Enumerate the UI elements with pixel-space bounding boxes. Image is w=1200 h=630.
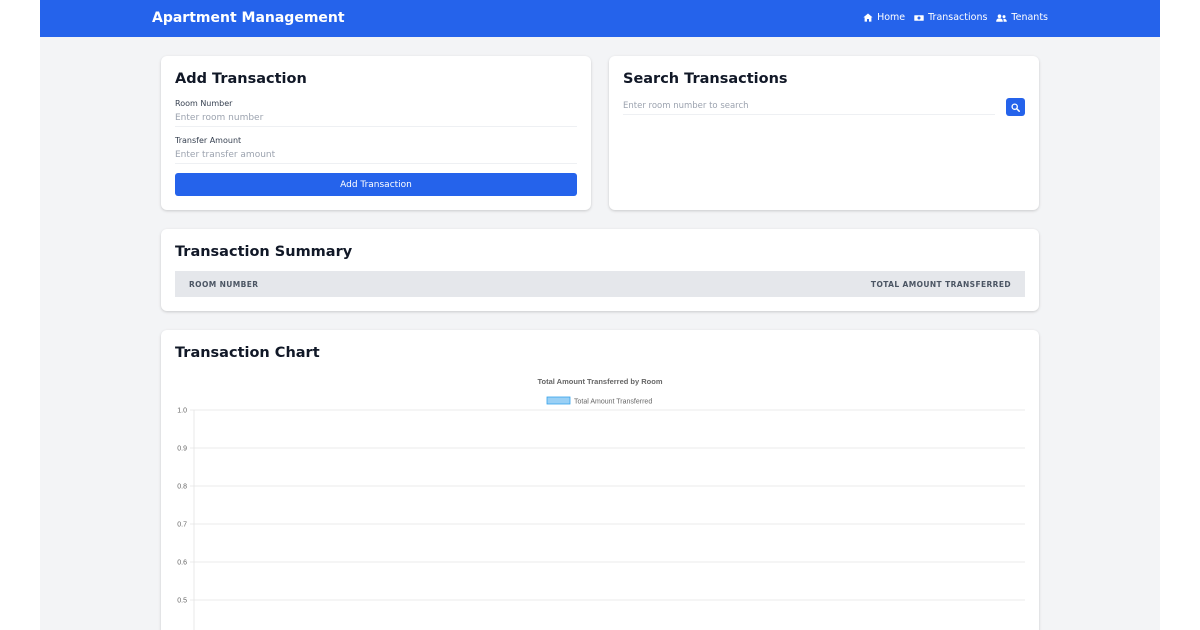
y-tick-label: 0.5 bbox=[177, 598, 187, 605]
money-bill-icon bbox=[914, 14, 924, 21]
nav-link-home-label: Home bbox=[877, 12, 906, 23]
page-frame: Apartment Management Home Transactions T… bbox=[40, 0, 1160, 630]
search-transactions-card: Search Transactions bbox=[609, 56, 1039, 210]
nav-links: Home Transactions Tenants bbox=[863, 12, 1048, 23]
y-tick-label: 0.7 bbox=[177, 522, 187, 529]
nav-link-transactions[interactable]: Transactions bbox=[914, 12, 987, 23]
search-button[interactable] bbox=[1006, 98, 1025, 116]
nav-link-tenants-label: Tenants bbox=[1011, 12, 1048, 23]
column-header-total-amount: TOTAL AMOUNT TRANSFERRED bbox=[870, 280, 1011, 289]
search-icon bbox=[1011, 102, 1020, 112]
add-transaction-title: Add Transaction bbox=[175, 71, 307, 87]
y-tick-label: 0.9 bbox=[177, 446, 187, 453]
brand-title[interactable]: Apartment Management bbox=[152, 10, 345, 26]
y-tick-label: 0.6 bbox=[177, 560, 187, 567]
legend-label: Total Amount Transferred bbox=[574, 399, 652, 406]
column-header-room-number: ROOM NUMBER bbox=[189, 280, 259, 289]
y-tick-label: 1.0 bbox=[177, 408, 187, 415]
room-number-label: Room Number bbox=[175, 99, 233, 108]
add-transaction-card: Add Transaction Room Number Transfer Amo… bbox=[161, 56, 591, 210]
transfer-amount-input[interactable] bbox=[175, 146, 577, 164]
search-input[interactable] bbox=[623, 98, 995, 115]
users-icon bbox=[996, 13, 1008, 22]
navbar: Apartment Management Home Transactions T… bbox=[40, 0, 1160, 37]
home-icon bbox=[863, 13, 873, 22]
room-number-input[interactable] bbox=[175, 109, 577, 127]
chart-title: Total Amount Transferred by Room bbox=[537, 377, 662, 386]
nav-link-home[interactable]: Home bbox=[863, 12, 905, 23]
transfer-amount-label: Transfer Amount bbox=[175, 136, 242, 145]
legend-swatch bbox=[546, 396, 571, 405]
nav-link-transactions-label: Transactions bbox=[928, 12, 988, 23]
transaction-summary-card: Transaction Summary ROOM NUMBER TOTAL AM… bbox=[161, 229, 1039, 311]
chart-grid: 1.0 0.9 0.8 0.7 0.6 0.5 bbox=[177, 408, 1025, 630]
transaction-chart: Total Amount Transferred by Room Total A… bbox=[177, 377, 1025, 630]
summary-table-header: ROOM NUMBER TOTAL AMOUNT TRANSFERRED bbox=[175, 271, 1025, 297]
transaction-chart-card: Transaction Chart Total Amount Transferr… bbox=[161, 330, 1039, 630]
transaction-summary-title: Transaction Summary bbox=[175, 244, 353, 260]
add-transaction-button[interactable]: Add Transaction bbox=[175, 173, 577, 196]
nav-link-tenants[interactable]: Tenants bbox=[996, 12, 1048, 23]
y-tick-label: 0.8 bbox=[177, 484, 187, 491]
search-transactions-title: Search Transactions bbox=[623, 71, 788, 87]
